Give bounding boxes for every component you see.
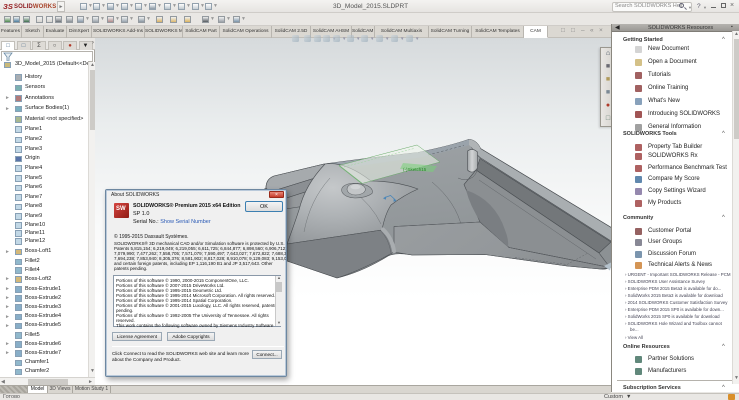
svg-text:(-)Sketch15: (-)Sketch15 xyxy=(403,167,427,172)
